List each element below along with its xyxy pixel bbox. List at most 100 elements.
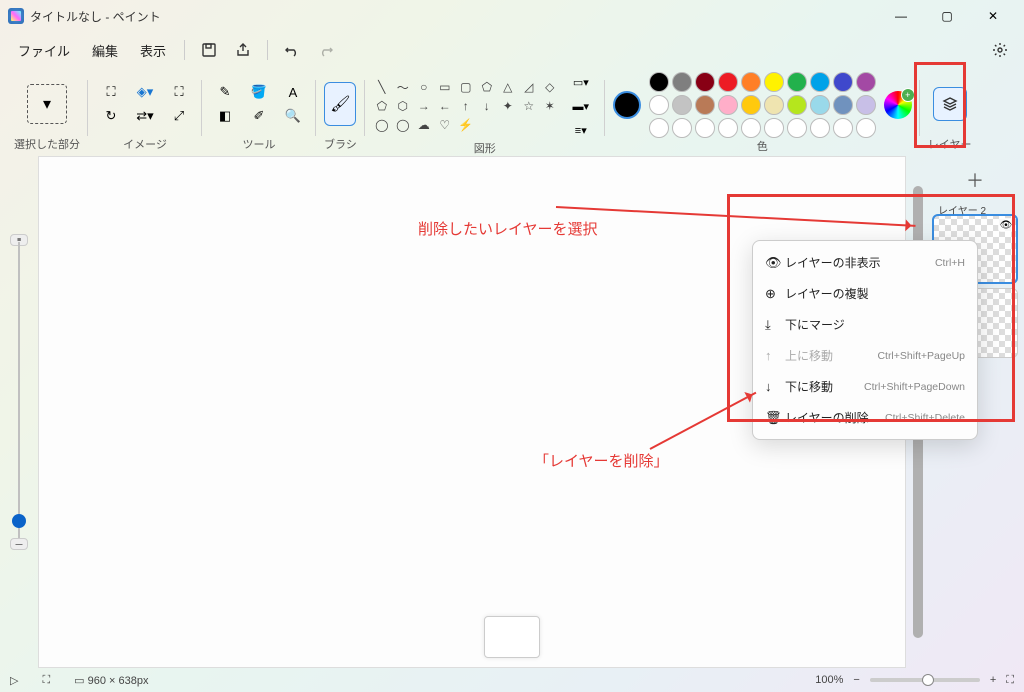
shape-rect-icon[interactable]: ▭ bbox=[436, 79, 454, 95]
text-icon[interactable]: A bbox=[278, 82, 308, 102]
color-swatch[interactable] bbox=[672, 72, 692, 92]
color-swatch[interactable] bbox=[856, 72, 876, 92]
color-swatch[interactable] bbox=[833, 95, 853, 115]
shape-6star-icon[interactable]: ✶ bbox=[541, 98, 559, 114]
outline-icon[interactable]: ▭▾ bbox=[565, 72, 597, 92]
color-swatch[interactable] bbox=[695, 118, 715, 138]
shape-polygon-icon[interactable]: ⬠ bbox=[478, 79, 496, 95]
ctx-hide-layer[interactable]: 👁レイヤーの非表示Ctrl+H bbox=[753, 247, 977, 278]
ctx-delete-layer[interactable]: 🗑レイヤーの削除Ctrl+Shift+Delete bbox=[753, 402, 977, 433]
shape-line-icon[interactable]: ╲ bbox=[373, 79, 391, 95]
fill-icon[interactable]: 🪣 bbox=[244, 82, 274, 102]
shape-rtriangle-icon[interactable]: ◿ bbox=[520, 79, 538, 95]
flip-icon[interactable]: ⇄▾ bbox=[130, 106, 160, 126]
menu-view[interactable]: 表示 bbox=[130, 35, 176, 66]
color-swatch[interactable] bbox=[695, 95, 715, 115]
color-swatch[interactable] bbox=[741, 95, 761, 115]
shape-4star-icon[interactable]: ✦ bbox=[499, 98, 517, 114]
color-swatch[interactable] bbox=[649, 72, 669, 92]
visibility-icon[interactable]: 👁 bbox=[998, 218, 1014, 232]
color-swatch[interactable] bbox=[672, 95, 692, 115]
shape-heart-icon[interactable]: ♡ bbox=[436, 117, 454, 133]
settings-icon[interactable] bbox=[984, 34, 1016, 66]
pencil-icon[interactable]: ✎ bbox=[210, 82, 240, 102]
add-layer-button[interactable]: ＋ bbox=[930, 162, 1020, 198]
fit-screen-icon[interactable]: ⛶ bbox=[1006, 674, 1014, 687]
thickness-icon[interactable]: ≡▾ bbox=[565, 120, 597, 140]
ctx-move-down[interactable]: ↓下に移動Ctrl+Shift+PageDown bbox=[753, 371, 977, 402]
shape-lightning-icon[interactable]: ⚡ bbox=[457, 117, 475, 133]
color-swatch[interactable] bbox=[672, 118, 692, 138]
color-swatch[interactable] bbox=[856, 95, 876, 115]
canvas-size-icon: ▭ 960 × 638px bbox=[74, 674, 148, 687]
color-swatch[interactable] bbox=[764, 95, 784, 115]
color-picker-icon[interactable] bbox=[884, 91, 912, 119]
fill-shape-icon[interactable]: ▬▾ bbox=[565, 96, 597, 116]
shape-larrow-icon[interactable]: ← bbox=[436, 98, 454, 114]
color-swatch[interactable] bbox=[764, 118, 784, 138]
color-swatch[interactable] bbox=[810, 95, 830, 115]
resize-icon[interactable]: ◈▾ bbox=[130, 82, 160, 102]
minimize-button[interactable]: ― bbox=[878, 0, 924, 32]
shape-callout-icon[interactable]: ◯ bbox=[373, 117, 391, 133]
rotate-icon[interactable]: ↻ bbox=[96, 106, 126, 126]
shape-cloud-icon[interactable]: ☁ bbox=[415, 117, 433, 133]
eraser-icon[interactable]: ◧ bbox=[210, 106, 240, 126]
color-swatch[interactable] bbox=[833, 72, 853, 92]
menu-edit[interactable]: 編集 bbox=[82, 35, 128, 66]
slider-handle[interactable] bbox=[12, 514, 26, 528]
shape-darrow-icon[interactable]: ↓ bbox=[478, 98, 496, 114]
brush-tool[interactable]: 🖌 bbox=[324, 82, 356, 126]
menu-file[interactable]: ファイル bbox=[8, 35, 80, 66]
shape-pentagon-icon[interactable]: ⬠ bbox=[373, 98, 391, 114]
crop-icon[interactable]: ⛶ bbox=[96, 82, 126, 102]
shape-5star-icon[interactable]: ☆ bbox=[520, 98, 538, 114]
picker-icon[interactable]: ✐ bbox=[244, 106, 274, 126]
magnifier-icon[interactable]: 🔍 bbox=[278, 106, 308, 126]
maximize-button[interactable]: ▢ bbox=[924, 0, 970, 32]
color-swatch[interactable] bbox=[787, 95, 807, 115]
shape-roundrect-icon[interactable]: ▢ bbox=[457, 79, 475, 95]
ctx-duplicate-layer[interactable]: ⊕レイヤーの複製 bbox=[753, 278, 977, 309]
color-swatch[interactable] bbox=[718, 95, 738, 115]
color-swatch[interactable] bbox=[741, 118, 761, 138]
shape-triangle-icon[interactable]: △ bbox=[499, 79, 517, 95]
zoom-in-button[interactable]: + bbox=[990, 674, 996, 686]
shape-diamond-icon[interactable]: ◇ bbox=[541, 79, 559, 95]
color-swatch[interactable] bbox=[741, 72, 761, 92]
slider[interactable]: ≡ — bbox=[14, 242, 24, 542]
shape-callout2-icon[interactable]: ◯ bbox=[394, 117, 412, 133]
ctx-merge-down[interactable]: ⤓下にマージ bbox=[753, 309, 977, 340]
shape-hexagon-icon[interactable]: ⬡ bbox=[394, 98, 412, 114]
save-icon[interactable] bbox=[193, 34, 225, 66]
color-swatch[interactable] bbox=[787, 118, 807, 138]
color-swatch[interactable] bbox=[787, 72, 807, 92]
color-swatch[interactable] bbox=[718, 118, 738, 138]
layers-button[interactable] bbox=[933, 87, 967, 121]
share-icon[interactable] bbox=[227, 34, 259, 66]
invert-icon[interactable]: ⤢ bbox=[164, 106, 194, 126]
shape-curve-icon[interactable]: 〜 bbox=[394, 79, 412, 95]
color-swatch[interactable] bbox=[810, 72, 830, 92]
close-button[interactable]: ✕ bbox=[970, 0, 1016, 32]
color-swatch[interactable] bbox=[718, 72, 738, 92]
color-swatch[interactable] bbox=[695, 72, 715, 92]
color-swatch[interactable] bbox=[649, 118, 669, 138]
shape-rarrow-icon[interactable]: → bbox=[415, 98, 433, 114]
shape-oval-icon[interactable]: ○ bbox=[415, 79, 433, 95]
canvas-navigator[interactable] bbox=[484, 616, 540, 658]
color-swatch[interactable] bbox=[649, 95, 669, 115]
color-swatch[interactable] bbox=[856, 118, 876, 138]
select-tool[interactable]: ▾ bbox=[27, 84, 67, 124]
color-primary[interactable] bbox=[613, 91, 641, 119]
color-swatch[interactable] bbox=[764, 72, 784, 92]
zoom-slider[interactable] bbox=[870, 678, 980, 682]
zoom-out-button[interactable]: − bbox=[853, 674, 859, 686]
color-swatch[interactable] bbox=[833, 118, 853, 138]
select-all-icon[interactable]: ⛶ bbox=[164, 82, 194, 102]
redo-icon[interactable] bbox=[310, 34, 342, 66]
zoom-handle[interactable] bbox=[922, 674, 934, 686]
shape-uarrow-icon[interactable]: ↑ bbox=[457, 98, 475, 114]
undo-icon[interactable] bbox=[276, 34, 308, 66]
color-swatch[interactable] bbox=[810, 118, 830, 138]
